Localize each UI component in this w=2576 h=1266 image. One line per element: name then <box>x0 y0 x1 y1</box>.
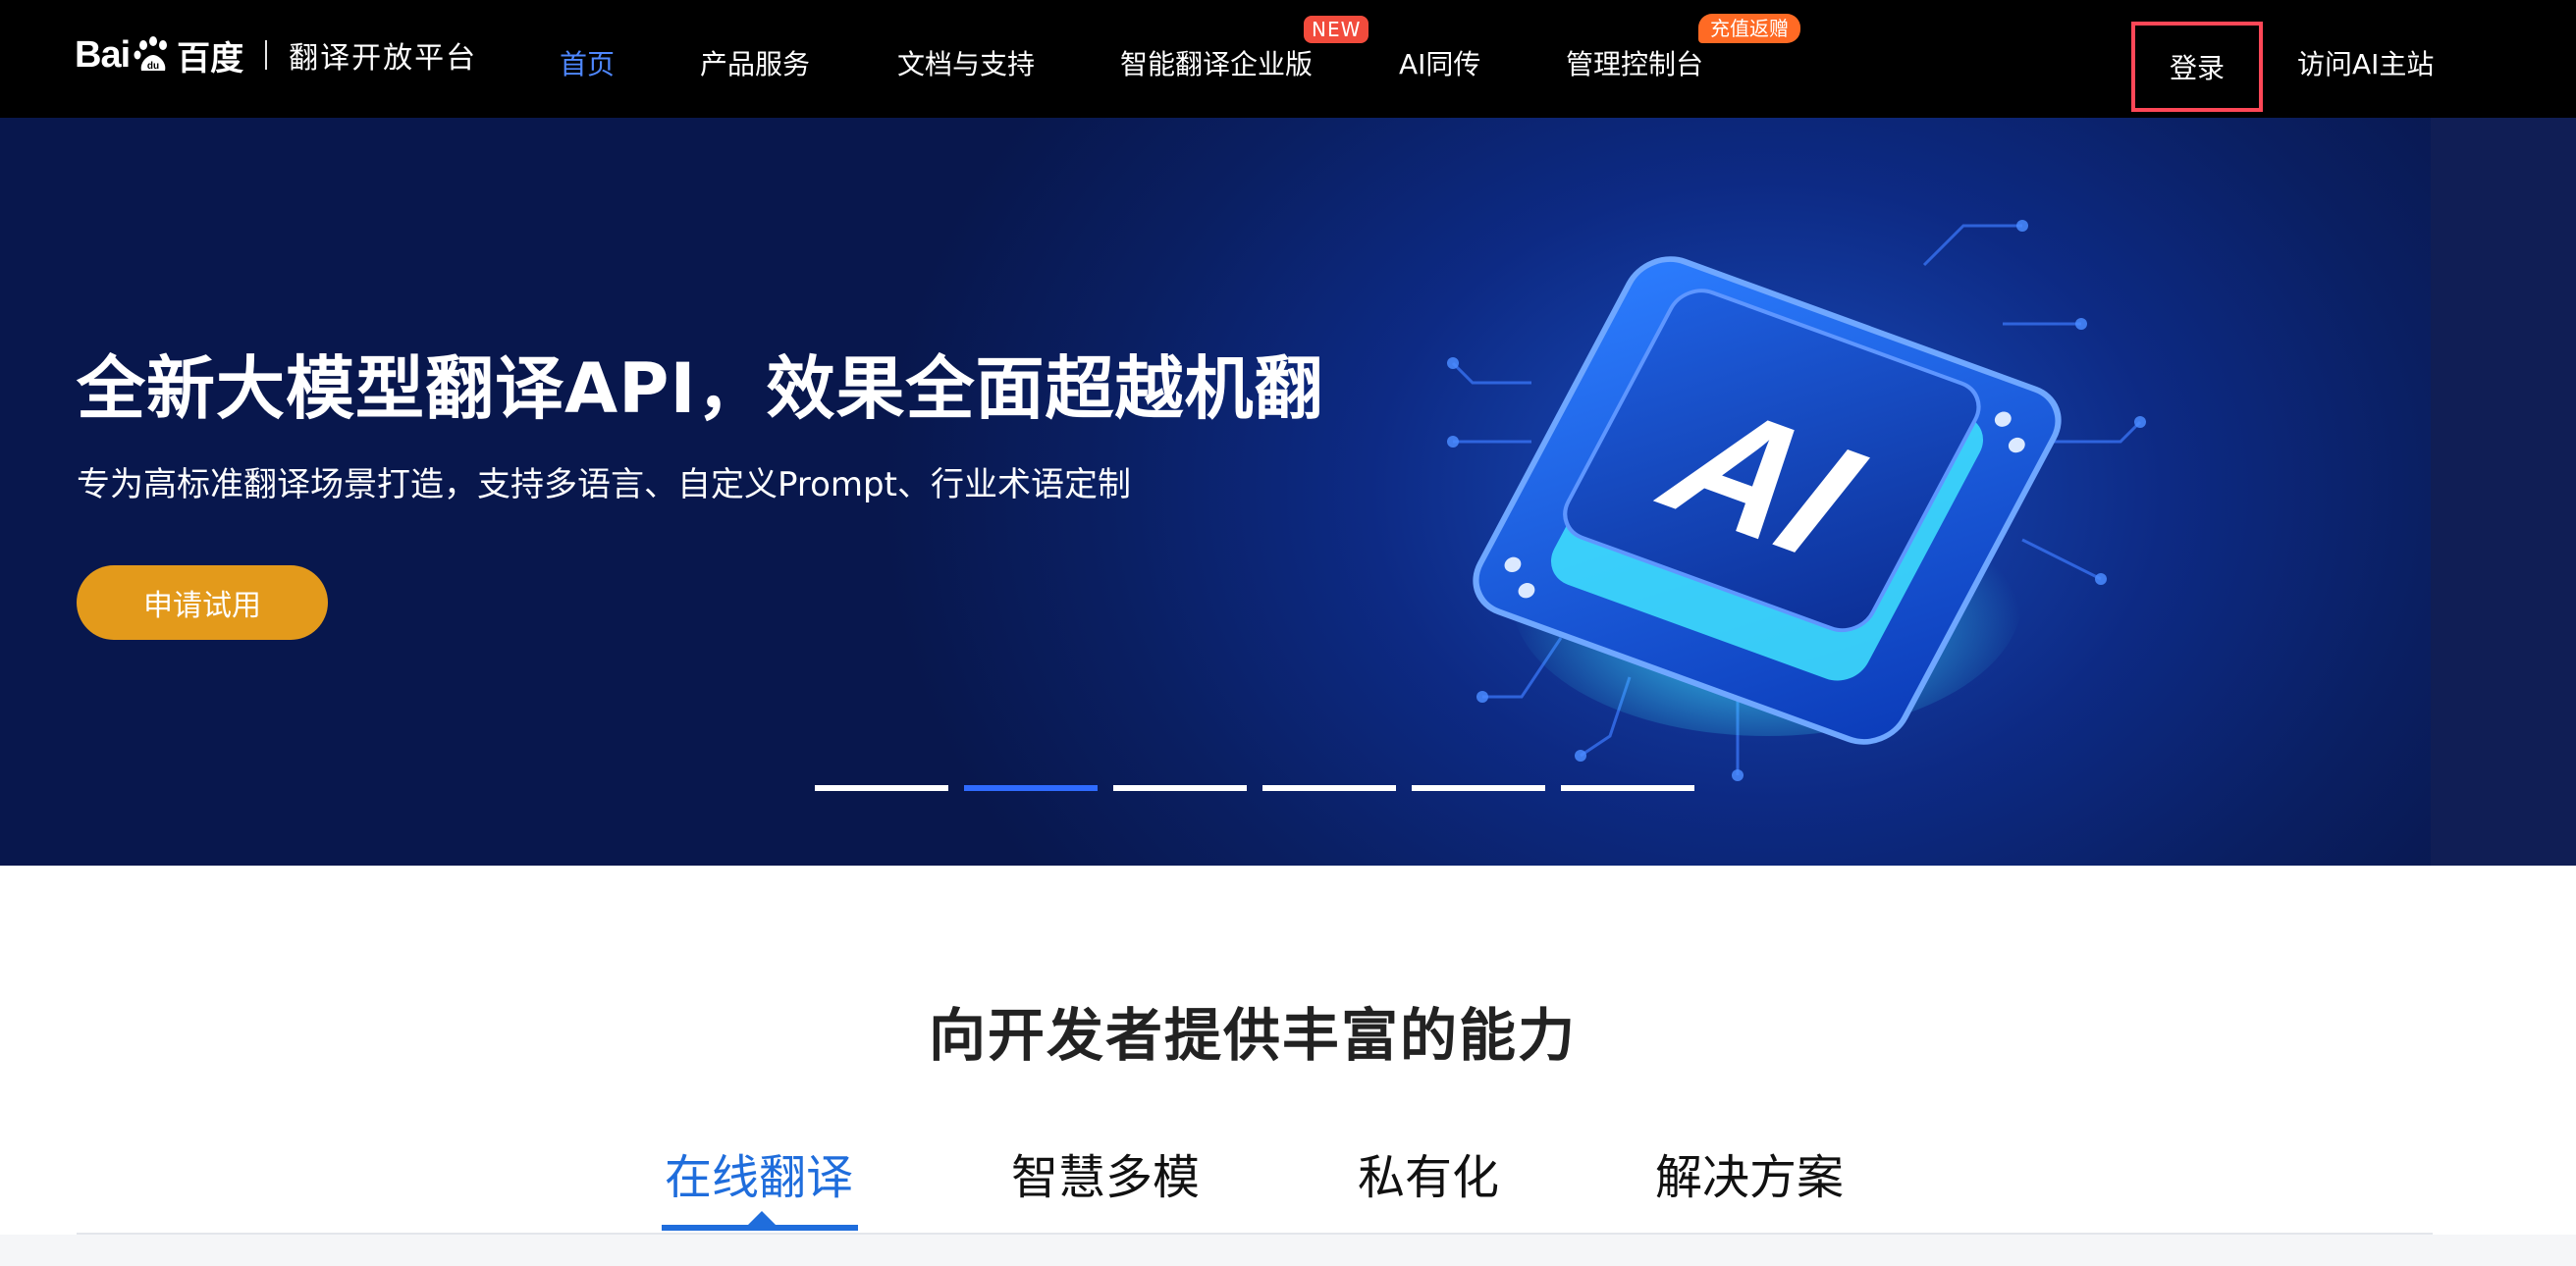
login-label: 登录 <box>2169 52 2225 84</box>
nav-item-docs[interactable]: 文档与支持 <box>897 43 1035 82</box>
baidu-paw-icon: du <box>132 33 175 77</box>
logo-platform-text: 翻译开放平台 <box>289 41 478 76</box>
active-tab-caret <box>748 1211 776 1225</box>
hero-title: 全新大模型翻译API，效果全面超越机翻 <box>77 348 1324 429</box>
svg-text:du: du <box>147 61 159 72</box>
logo-baidu-text: 百度 <box>177 38 244 79</box>
carousel-dot[interactable] <box>815 785 948 791</box>
tab-online-translation[interactable]: 在线翻译 <box>665 1138 853 1207</box>
section-title: 向开发者提供丰富的能力 <box>928 1002 1577 1069</box>
carousel-dot-active[interactable] <box>964 785 1098 791</box>
active-tab-underline <box>662 1225 858 1231</box>
ai-chip-illustration: AI <box>1447 220 2146 781</box>
top-navigation-bar: Bai du 百度 翻译开放平台 首页 产品服务 文档与支持 智能翻译企业版 A… <box>0 0 2576 118</box>
carousel-dot[interactable] <box>1113 785 1247 791</box>
tab-private-deployment[interactable]: 私有化 <box>1358 1138 1499 1207</box>
carousel-dot[interactable] <box>1412 785 1545 791</box>
logo-bai-text: Bai <box>75 33 131 76</box>
capabilities-section: 向开发者提供丰富的能力 在线翻译 智慧多模 私有化 解决方案 <box>0 866 2576 1266</box>
visit-ai-site-link[interactable]: 访问AI主站 <box>2297 43 2434 82</box>
hero-subtitle: 专为高标准翻译场景打造，支持多语言、自定义Prompt、行业术语定制 <box>77 465 1131 504</box>
recharge-promo-badge: 充值返赠 <box>1698 14 1800 43</box>
carousel-dot[interactable] <box>1262 785 1396 791</box>
tab-smart-multimodal[interactable]: 智慧多模 <box>1011 1138 1200 1207</box>
carousel-dot[interactable] <box>1561 785 1694 791</box>
apply-trial-button[interactable]: 申请试用 <box>77 565 328 640</box>
hero-right-edge <box>2431 118 2576 866</box>
logo-divider <box>265 40 268 70</box>
nav-item-ai-interpretation[interactable]: AI同传 <box>1399 43 1480 82</box>
nav-item-enterprise[interactable]: 智能翻译企业版 <box>1120 43 1313 82</box>
tab-solutions[interactable]: 解决方案 <box>1655 1138 1844 1207</box>
hero-banner[interactable]: AI 全新大模型翻译API，效果全面超越机翻 专为高标准翻译场景打造，支持多语言… <box>0 118 2576 866</box>
content-area-start <box>0 1235 2576 1266</box>
new-badge: NEW <box>1304 16 1369 43</box>
apply-trial-label: 申请试用 <box>143 589 261 623</box>
nav-item-home[interactable]: 首页 <box>560 43 615 82</box>
login-button[interactable]: 登录 <box>2131 22 2263 112</box>
capability-tabs: 在线翻译 智慧多模 私有化 解决方案 <box>0 1138 2576 1217</box>
nav-item-console[interactable]: 管理控制台 <box>1566 43 1703 82</box>
baidu-translate-logo[interactable]: Bai du 百度 翻译开放平台 <box>75 27 477 82</box>
nav-item-products[interactable]: 产品服务 <box>700 43 810 82</box>
